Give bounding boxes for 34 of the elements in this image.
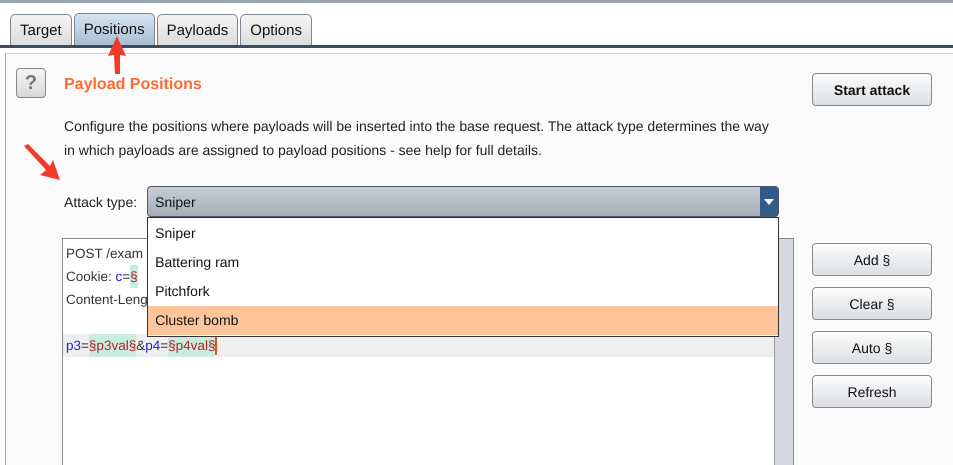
payload-marker: § bbox=[130, 265, 138, 288]
dropdown-arrow-icon bbox=[764, 198, 774, 204]
request-text: POST /exam bbox=[66, 245, 144, 263]
description-text: Configure the positions where payloads will be inserted into the base request. The attack type determines the way in which payloads are assigned to payload positions - see help for full details. bbox=[64, 117, 770, 160]
tab[interactable]: Target bbox=[10, 14, 72, 45]
text-caret bbox=[215, 336, 218, 354]
parameter-name: c bbox=[116, 268, 122, 286]
dropdown-option[interactable]: Battering ram bbox=[148, 248, 778, 277]
tab[interactable]: Options bbox=[240, 14, 312, 45]
request-text: = bbox=[81, 337, 89, 355]
arrow-annotation bbox=[106, 36, 128, 74]
dropdown-option[interactable]: Cluster bomb bbox=[148, 306, 778, 335]
request-text: = bbox=[160, 337, 168, 355]
dropdown-option[interactable]: Sniper bbox=[148, 219, 778, 248]
request-text: Content-Leng bbox=[66, 291, 148, 309]
section-title: Payload Positions bbox=[64, 76, 202, 95]
start-attack-button[interactable]: Start attack bbox=[812, 73, 932, 106]
request-text: = bbox=[122, 268, 130, 286]
arrow-annotation bbox=[24, 144, 60, 180]
tab[interactable]: Payloads bbox=[156, 14, 238, 45]
attack-type-dropdown[interactable]: Sniper bbox=[147, 186, 780, 217]
position-button[interactable]: Refresh bbox=[812, 375, 932, 408]
position-button[interactable]: Auto § bbox=[812, 331, 932, 364]
dropdown-option[interactable]: Pitchfork bbox=[148, 277, 778, 306]
position-button[interactable]: Clear § bbox=[812, 287, 932, 320]
request-text: & bbox=[136, 337, 146, 355]
position-button[interactable]: Add § bbox=[812, 243, 932, 276]
payload-marker: §p3val§ bbox=[88, 334, 136, 357]
request-text: Cookie: bbox=[66, 268, 113, 286]
attack-type-label: Attack type: bbox=[64, 194, 138, 210]
parameter-name: p3 bbox=[66, 337, 82, 355]
tab[interactable]: Positions bbox=[74, 13, 155, 45]
help-button[interactable]: ? bbox=[16, 68, 46, 98]
parameter-name: p4 bbox=[145, 337, 160, 355]
